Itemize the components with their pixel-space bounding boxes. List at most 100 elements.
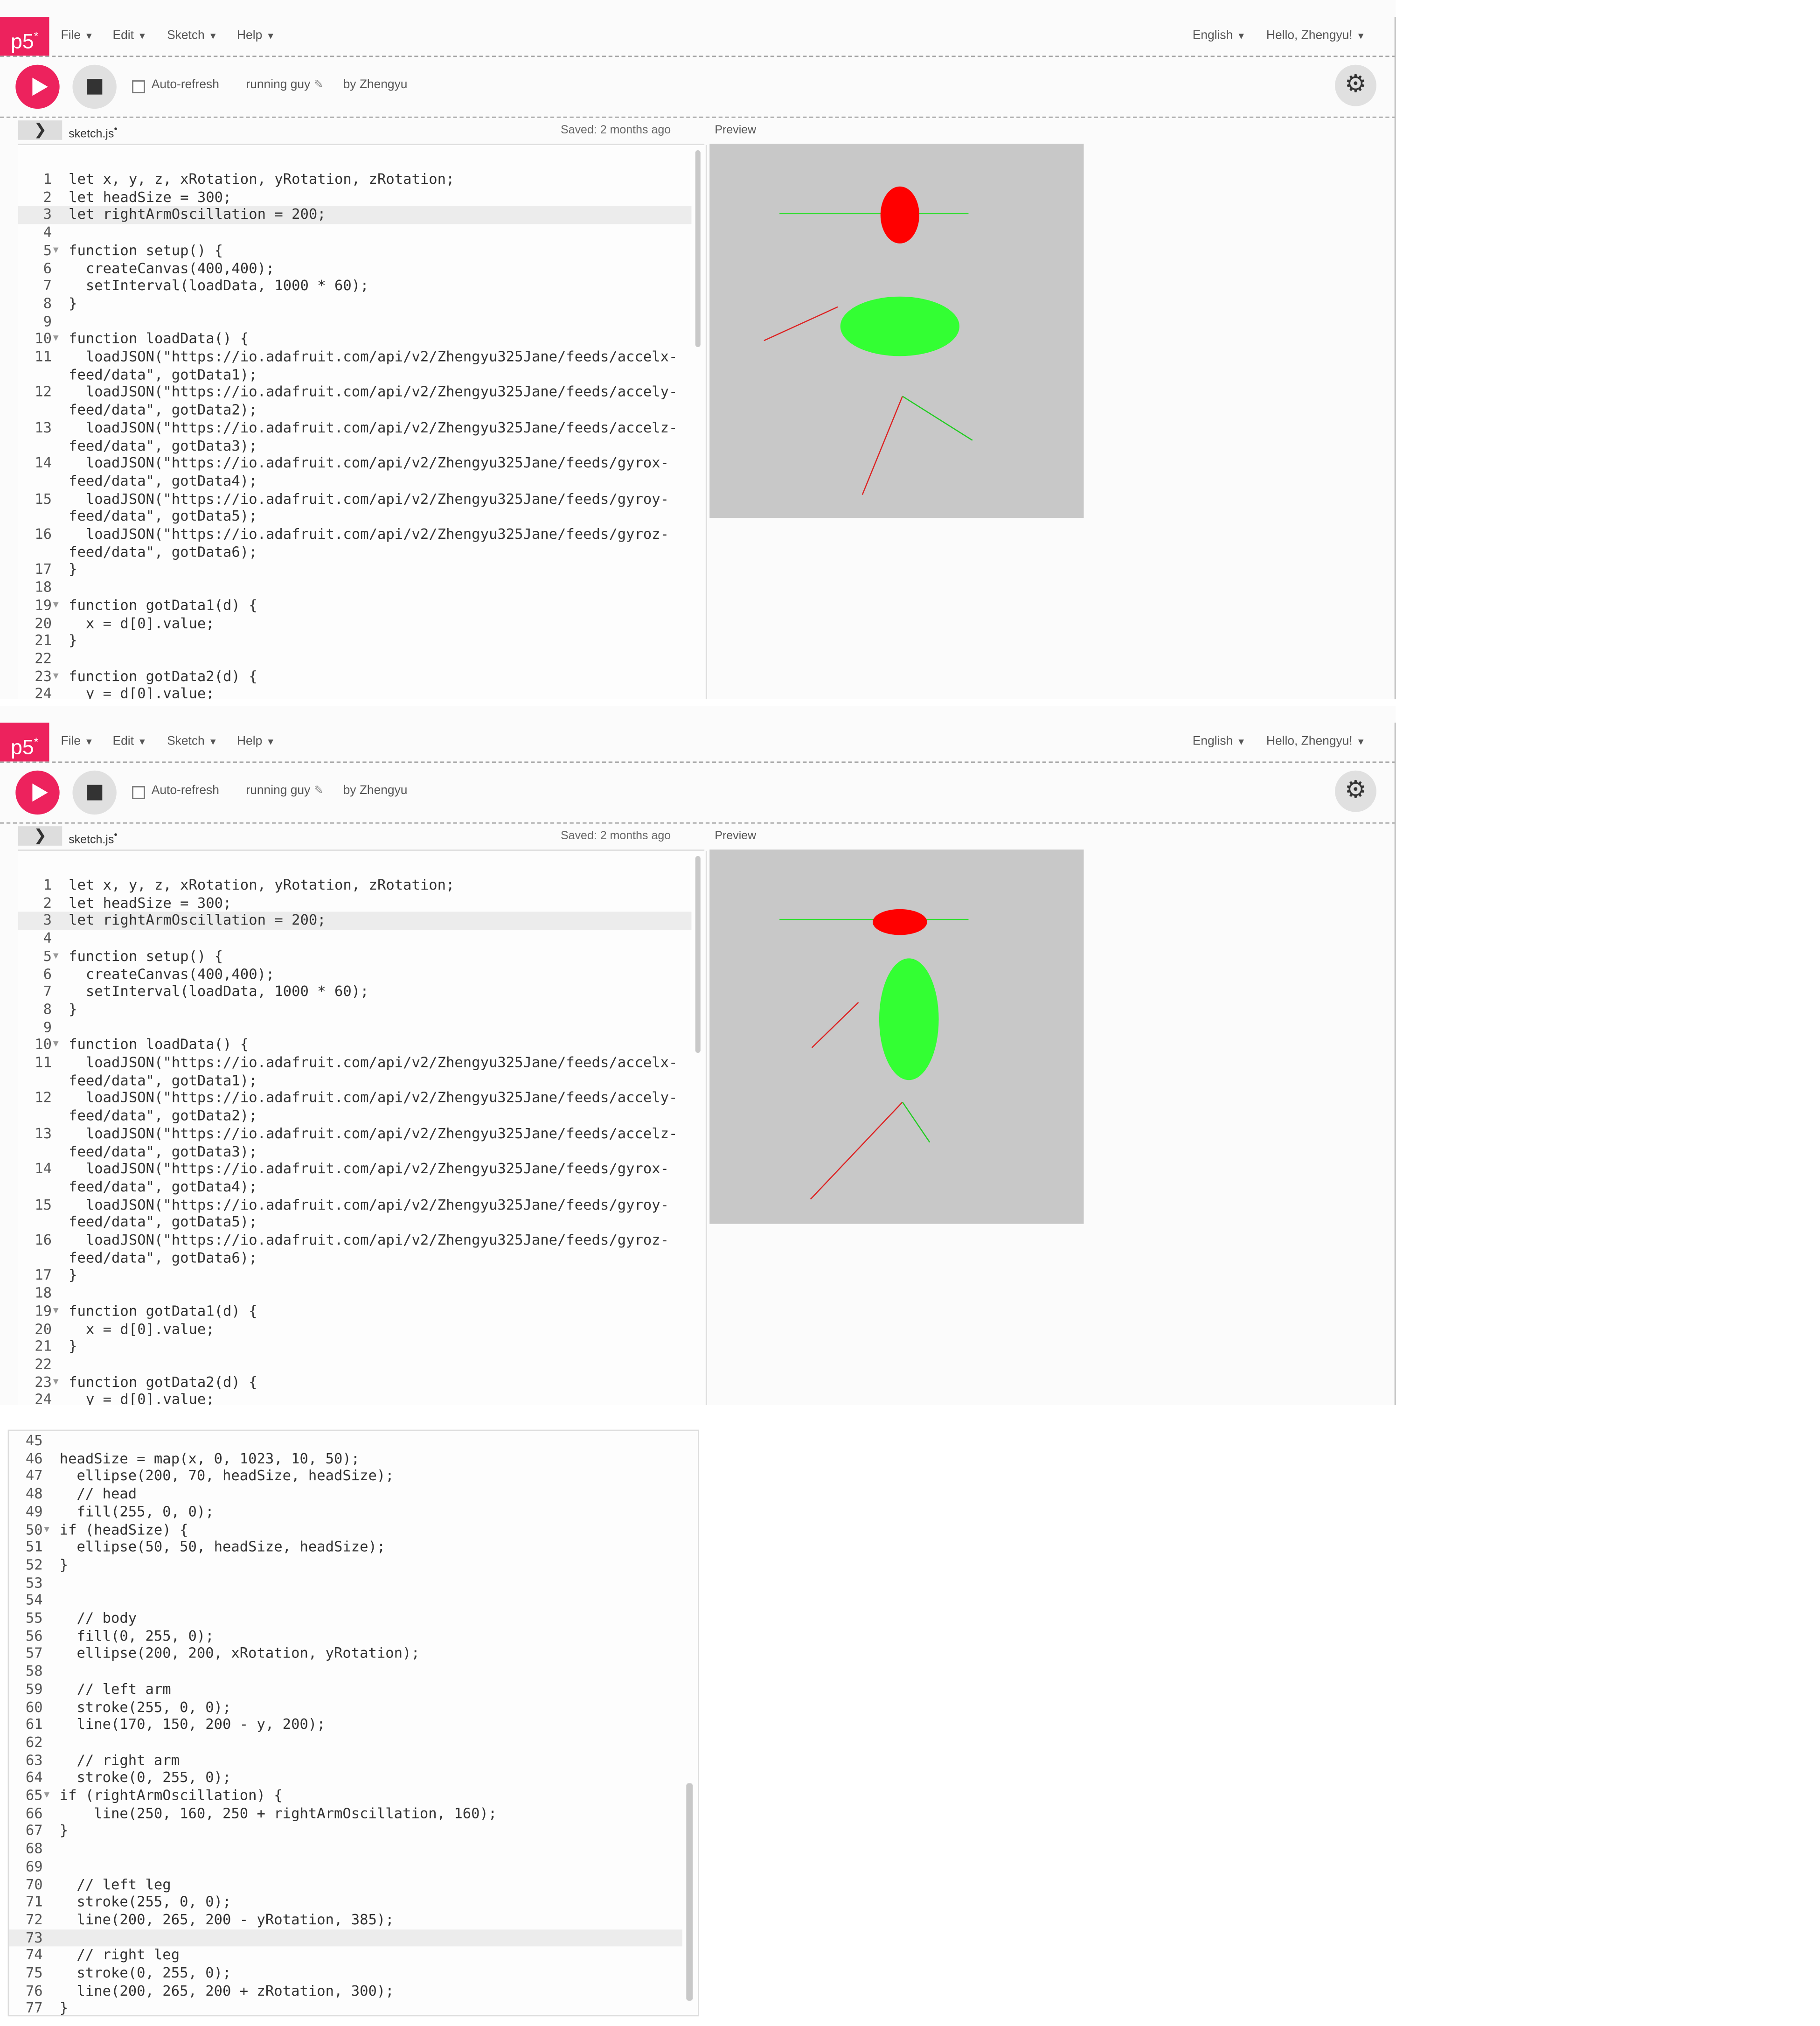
code-line[interactable]: 15 loadJSON("https://io.adafruit.com/api… — [18, 490, 692, 508]
code-line[interactable]: 14 loadJSON("https://io.adafruit.com/api… — [18, 1161, 692, 1178]
code-line[interactable]: 16 loadJSON("https://io.adafruit.com/api… — [18, 1232, 692, 1249]
code-line[interactable]: 17} — [18, 1267, 692, 1285]
fold-arrow-icon[interactable]: ▼ — [53, 1302, 59, 1320]
code-line[interactable]: feed/data", gotData5); — [18, 1214, 692, 1232]
code-line[interactable]: 54 — [9, 1592, 682, 1610]
settings-button[interactable]: ⚙ — [1335, 64, 1376, 106]
code-line[interactable]: 63 // right arm — [9, 1752, 682, 1769]
fold-arrow-icon[interactable]: ▼ — [53, 668, 59, 685]
p5-logo[interactable]: p5* — [0, 17, 49, 56]
code-line[interactable]: 21} — [18, 632, 692, 650]
auto-refresh-checkbox[interactable] — [132, 786, 145, 799]
code-line[interactable]: 21} — [18, 1338, 692, 1356]
language-menu[interactable]: English ▼ — [1193, 28, 1246, 43]
code-line[interactable]: 17} — [18, 561, 692, 579]
code-line[interactable]: feed/data", gotData4); — [18, 1178, 692, 1196]
file-tab[interactable]: sketch.js• — [69, 123, 118, 140]
code-line[interactable]: 55 // body — [9, 1610, 682, 1628]
code-line[interactable]: 6 createCanvas(400,400); — [18, 260, 692, 278]
code-line[interactable]: 22 — [18, 1356, 692, 1373]
code-line[interactable]: 14 loadJSON("https://io.adafruit.com/api… — [18, 455, 692, 473]
code-line[interactable]: 45 — [9, 1432, 682, 1450]
user-menu[interactable]: Hello, Zhengyu! ▼ — [1266, 734, 1365, 749]
code-line[interactable]: 73 — [9, 1929, 682, 1947]
code-line[interactable]: 10 ▼ function loadData() { — [18, 331, 692, 348]
editor-scrollbar[interactable] — [695, 856, 701, 1053]
code-line[interactable]: 52} — [9, 1556, 682, 1574]
code-line[interactable]: 72 line(200, 265, 200 - yRotation, 385); — [9, 1911, 682, 1929]
code-line[interactable]: 13 loadJSON("https://io.adafruit.com/api… — [18, 1125, 692, 1143]
code-line[interactable]: 69 — [9, 1858, 682, 1876]
menu-file[interactable]: File ▼ — [61, 28, 93, 43]
code-line[interactable]: 9 — [18, 313, 692, 331]
code-editor[interactable]: 1 let x, y, z, xRotation, yRotation, zRot… — [18, 850, 707, 1406]
code-line[interactable]: 46 headSize = map(x, 0, 1023, 10, 50); — [9, 1450, 682, 1468]
menu-edit[interactable]: Edit ▼ — [113, 28, 147, 43]
p5-logo[interactable]: p5* — [0, 723, 49, 762]
code-line[interactable]: feed/data", gotData2); — [18, 402, 692, 419]
code-line[interactable]: 74 // right leg — [9, 1947, 682, 1964]
code-line[interactable]: 2 let headSize = 300; — [18, 894, 692, 912]
sketch-name[interactable]: running guy ✎ — [246, 78, 323, 92]
code-line[interactable]: 6 createCanvas(400,400); — [18, 966, 692, 983]
language-menu[interactable]: English ▼ — [1193, 734, 1246, 749]
code-line[interactable]: 59 // left arm — [9, 1681, 682, 1699]
code-line[interactable]: 60 stroke(255, 0, 0); — [9, 1699, 682, 1716]
code-line[interactable]: 11 loadJSON("https://io.adafruit.com/api… — [18, 348, 692, 366]
code-line[interactable]: feed/data", gotData4); — [18, 473, 692, 490]
code-line[interactable]: 20 x = d[0].value; — [18, 1320, 692, 1338]
sidebar-expand-button[interactable]: ❯ — [18, 826, 63, 846]
code-line[interactable]: feed/data", gotData6); — [18, 1249, 692, 1267]
code-line[interactable]: 4 — [18, 930, 692, 948]
fold-arrow-icon[interactable]: ▼ — [53, 331, 59, 348]
code-line[interactable]: 22 — [18, 650, 692, 668]
fold-arrow-icon[interactable]: ▼ — [53, 1037, 59, 1054]
user-menu[interactable]: Hello, Zhengyu! ▼ — [1266, 28, 1365, 43]
settings-button[interactable]: ⚙ — [1335, 770, 1376, 812]
code-line[interactable]: 18 — [18, 579, 692, 597]
code-line[interactable]: feed/data", gotData3); — [18, 437, 692, 455]
code-line[interactable]: 48 // head — [9, 1485, 682, 1503]
sidebar-expand-button[interactable]: ❯ — [18, 120, 63, 140]
menu-sketch[interactable]: Sketch ▼ — [167, 734, 217, 749]
code-line[interactable]: feed/data", gotData3); — [18, 1143, 692, 1161]
code-line[interactable]: 19 ▼ function gotData1(d) { — [18, 597, 692, 614]
code-line[interactable]: 67} — [9, 1823, 682, 1840]
code-line[interactable]: 53 — [9, 1574, 682, 1592]
code-line[interactable]: feed/data", gotData6); — [18, 543, 692, 561]
code-line[interactable]: 47 ellipse(200, 70, headSize, headSize); — [9, 1468, 682, 1485]
code-line[interactable]: 68 — [9, 1840, 682, 1858]
code-line[interactable]: feed/data", gotData2); — [18, 1107, 692, 1125]
code-line[interactable]: 66 line(250, 160, 250 + rightArmOscillat… — [9, 1805, 682, 1823]
fold-arrow-icon[interactable]: ▼ — [44, 1521, 49, 1539]
code-line[interactable]: 7 setInterval(loadData, 1000 * 60); — [18, 983, 692, 1001]
code-line[interactable]: 18 — [18, 1285, 692, 1302]
fold-arrow-icon[interactable]: ▼ — [53, 242, 59, 260]
code-line[interactable]: 58 — [9, 1663, 682, 1681]
code-line[interactable]: 12 loadJSON("https://io.adafruit.com/api… — [18, 384, 692, 402]
code-editor-continued[interactable]: 45 46 headSize = map(x, 0, 1023, 10, 50); 4… — [7, 1429, 700, 2017]
code-line[interactable]: 15 loadJSON("https://io.adafruit.com/api… — [18, 1196, 692, 1214]
code-line[interactable]: 11 loadJSON("https://io.adafruit.com/api… — [18, 1054, 692, 1072]
code-line[interactable]: 64 stroke(0, 255, 0); — [9, 1769, 682, 1787]
code-line[interactable]: 13 loadJSON("https://io.adafruit.com/api… — [18, 419, 692, 437]
fold-arrow-icon[interactable]: ▼ — [53, 597, 59, 614]
code-line[interactable]: 65 ▼ if (rightArmOscillation) { — [9, 1787, 682, 1805]
code-line[interactable]: 24 y = d[0].value; — [18, 685, 692, 699]
menu-help[interactable]: Help ▼ — [237, 734, 275, 749]
code-line[interactable]: 3 let rightArmOscillation = 200; — [18, 206, 692, 224]
play-button[interactable] — [15, 64, 60, 109]
code-line[interactable]: 2 let headSize = 300; — [18, 188, 692, 206]
code-line[interactable]: 49 fill(255, 0, 0); — [9, 1503, 682, 1521]
code-line[interactable]: 71 stroke(255, 0, 0); — [9, 1894, 682, 1911]
editor-scrollbar[interactable] — [686, 1783, 693, 2001]
code-line[interactable]: 20 x = d[0].value; — [18, 614, 692, 632]
code-line[interactable]: 5 ▼ function setup() { — [18, 948, 692, 966]
sketch-name[interactable]: running guy ✎ — [246, 784, 323, 798]
code-line[interactable]: 62 — [9, 1734, 682, 1752]
play-button[interactable] — [15, 770, 60, 815]
code-line[interactable]: 77} — [9, 2000, 682, 2015]
code-line[interactable]: 57 ellipse(200, 200, xRotation, yRotatio… — [9, 1645, 682, 1663]
code-line[interactable]: 9 — [18, 1019, 692, 1037]
code-line[interactable]: 24 y = d[0].value; — [18, 1391, 692, 1405]
